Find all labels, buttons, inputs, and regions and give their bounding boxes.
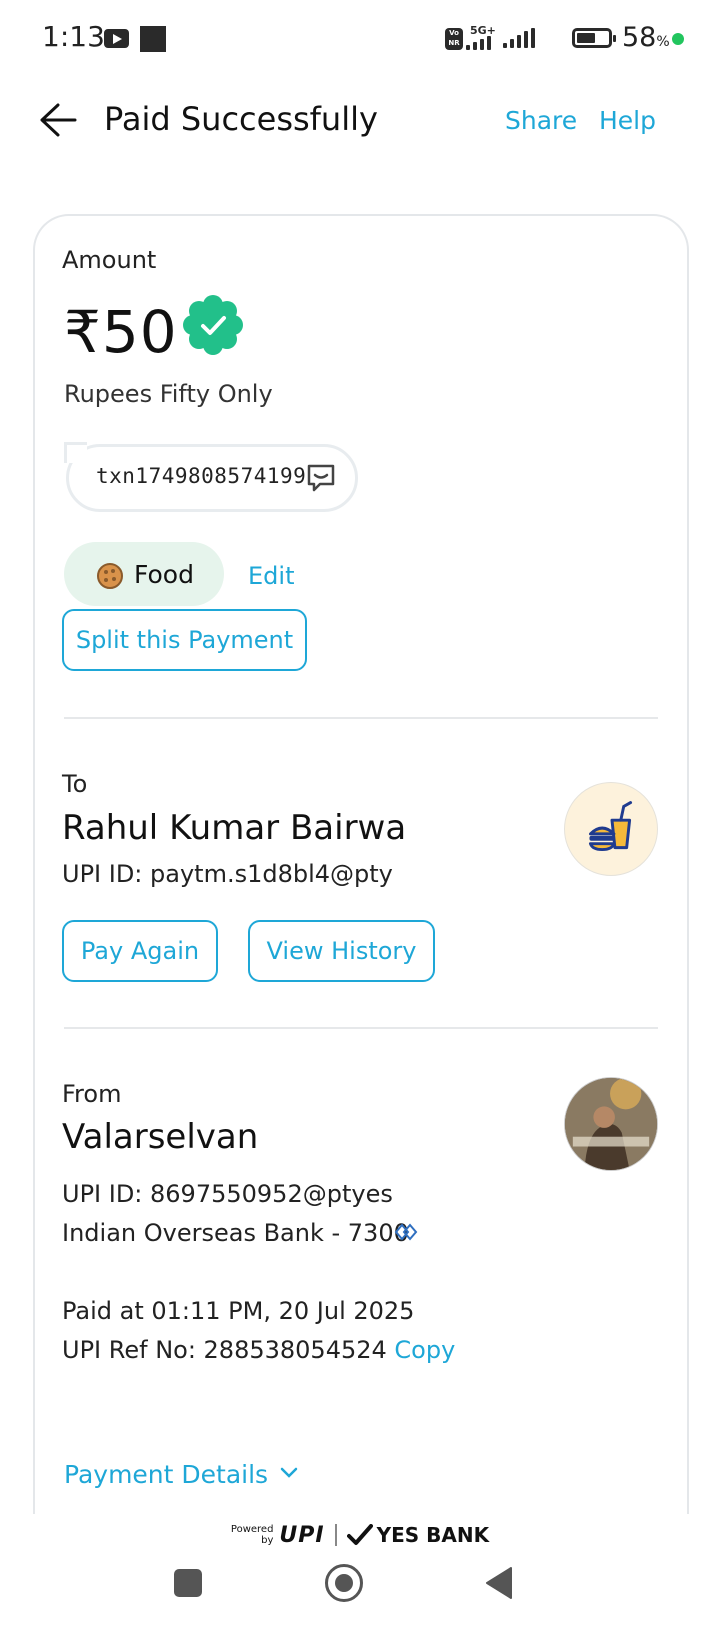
divider	[64, 717, 658, 719]
bubble-tail	[64, 442, 87, 463]
edit-category-link[interactable]: Edit	[248, 562, 294, 590]
amount-value: ₹50	[64, 298, 178, 366]
payer-name: Valarselvan	[62, 1117, 259, 1157]
payee-avatar	[564, 782, 658, 876]
page-title: Paid Successfully	[104, 100, 378, 138]
yes-bank-logo: YES BANK	[376, 1523, 490, 1547]
upi-ref-number: UPI Ref No: 288538054524	[62, 1336, 387, 1364]
signal-icon-2	[503, 28, 535, 48]
battery-icon	[572, 28, 616, 48]
status-time: 1:13	[42, 20, 105, 53]
payee-upi-id: UPI ID: paytm.s1d8bl4@pty	[62, 860, 393, 888]
help-link[interactable]: Help	[599, 106, 656, 135]
privacy-indicator	[672, 33, 684, 45]
upi-logo: UPI	[279, 1522, 325, 1548]
powered-by: Powered by	[230, 1524, 274, 1546]
view-history-button[interactable]: View History	[248, 920, 435, 982]
recents-button[interactable]	[174, 1569, 202, 1597]
back-nav-button[interactable]	[484, 1566, 514, 1600]
payee-name: Rahul Kumar Bairwa	[62, 808, 407, 848]
app-notification-icon	[140, 26, 166, 52]
payer-bank: Indian Overseas Bank - 7300	[62, 1219, 409, 1247]
divider	[64, 1027, 658, 1029]
home-button[interactable]	[325, 1564, 363, 1602]
signal-icon	[466, 36, 491, 50]
chevron-down-icon	[280, 1467, 298, 1478]
yes-bank-check-icon	[346, 1524, 373, 1545]
pay-again-button[interactable]: Pay Again	[62, 920, 218, 982]
bank-logo-icon	[394, 1223, 418, 1241]
food-icon	[97, 563, 123, 589]
system-nav-bar	[0, 1560, 720, 1640]
to-label: To	[62, 770, 88, 798]
paid-at-text: Paid at 01:11 PM, 20 Jul 2025	[62, 1297, 415, 1325]
vonr-icon: Vo NR	[445, 28, 463, 50]
payment-details-toggle[interactable]: Payment Details	[64, 1460, 298, 1489]
payer-avatar	[564, 1077, 658, 1171]
chat-icon[interactable]	[306, 463, 336, 493]
payer-upi-id: UPI ID: 8697550952@ptyes	[62, 1180, 393, 1208]
share-link[interactable]: Share	[505, 106, 577, 135]
footer-branding: Powered by UPI YES BANK	[0, 1510, 720, 1560]
back-arrow-icon[interactable]	[38, 102, 78, 138]
payment-details-label: Payment Details	[64, 1460, 269, 1489]
footer-divider	[334, 1524, 337, 1546]
upi-ref: UPI Ref No: 288538054524 Copy	[62, 1336, 455, 1364]
verified-check-icon	[183, 295, 243, 355]
copy-ref-link[interactable]: Copy	[394, 1336, 455, 1364]
amount-in-words: Rupees Fifty Only	[64, 380, 273, 408]
food-drink-icon	[588, 801, 633, 852]
category-label: Food	[134, 560, 194, 589]
youtube-notification-icon	[104, 29, 129, 48]
profile-photo	[565, 1078, 657, 1170]
txn-note-text: txn1749808574199	[96, 464, 307, 488]
from-label: From	[62, 1080, 122, 1108]
amount-label: Amount	[62, 246, 157, 274]
split-payment-button[interactable]: Split this Payment	[62, 609, 307, 671]
battery-percent: 58%	[622, 22, 670, 53]
status-bar: 1:13 Vo NR 5G+ 58%	[0, 0, 720, 80]
